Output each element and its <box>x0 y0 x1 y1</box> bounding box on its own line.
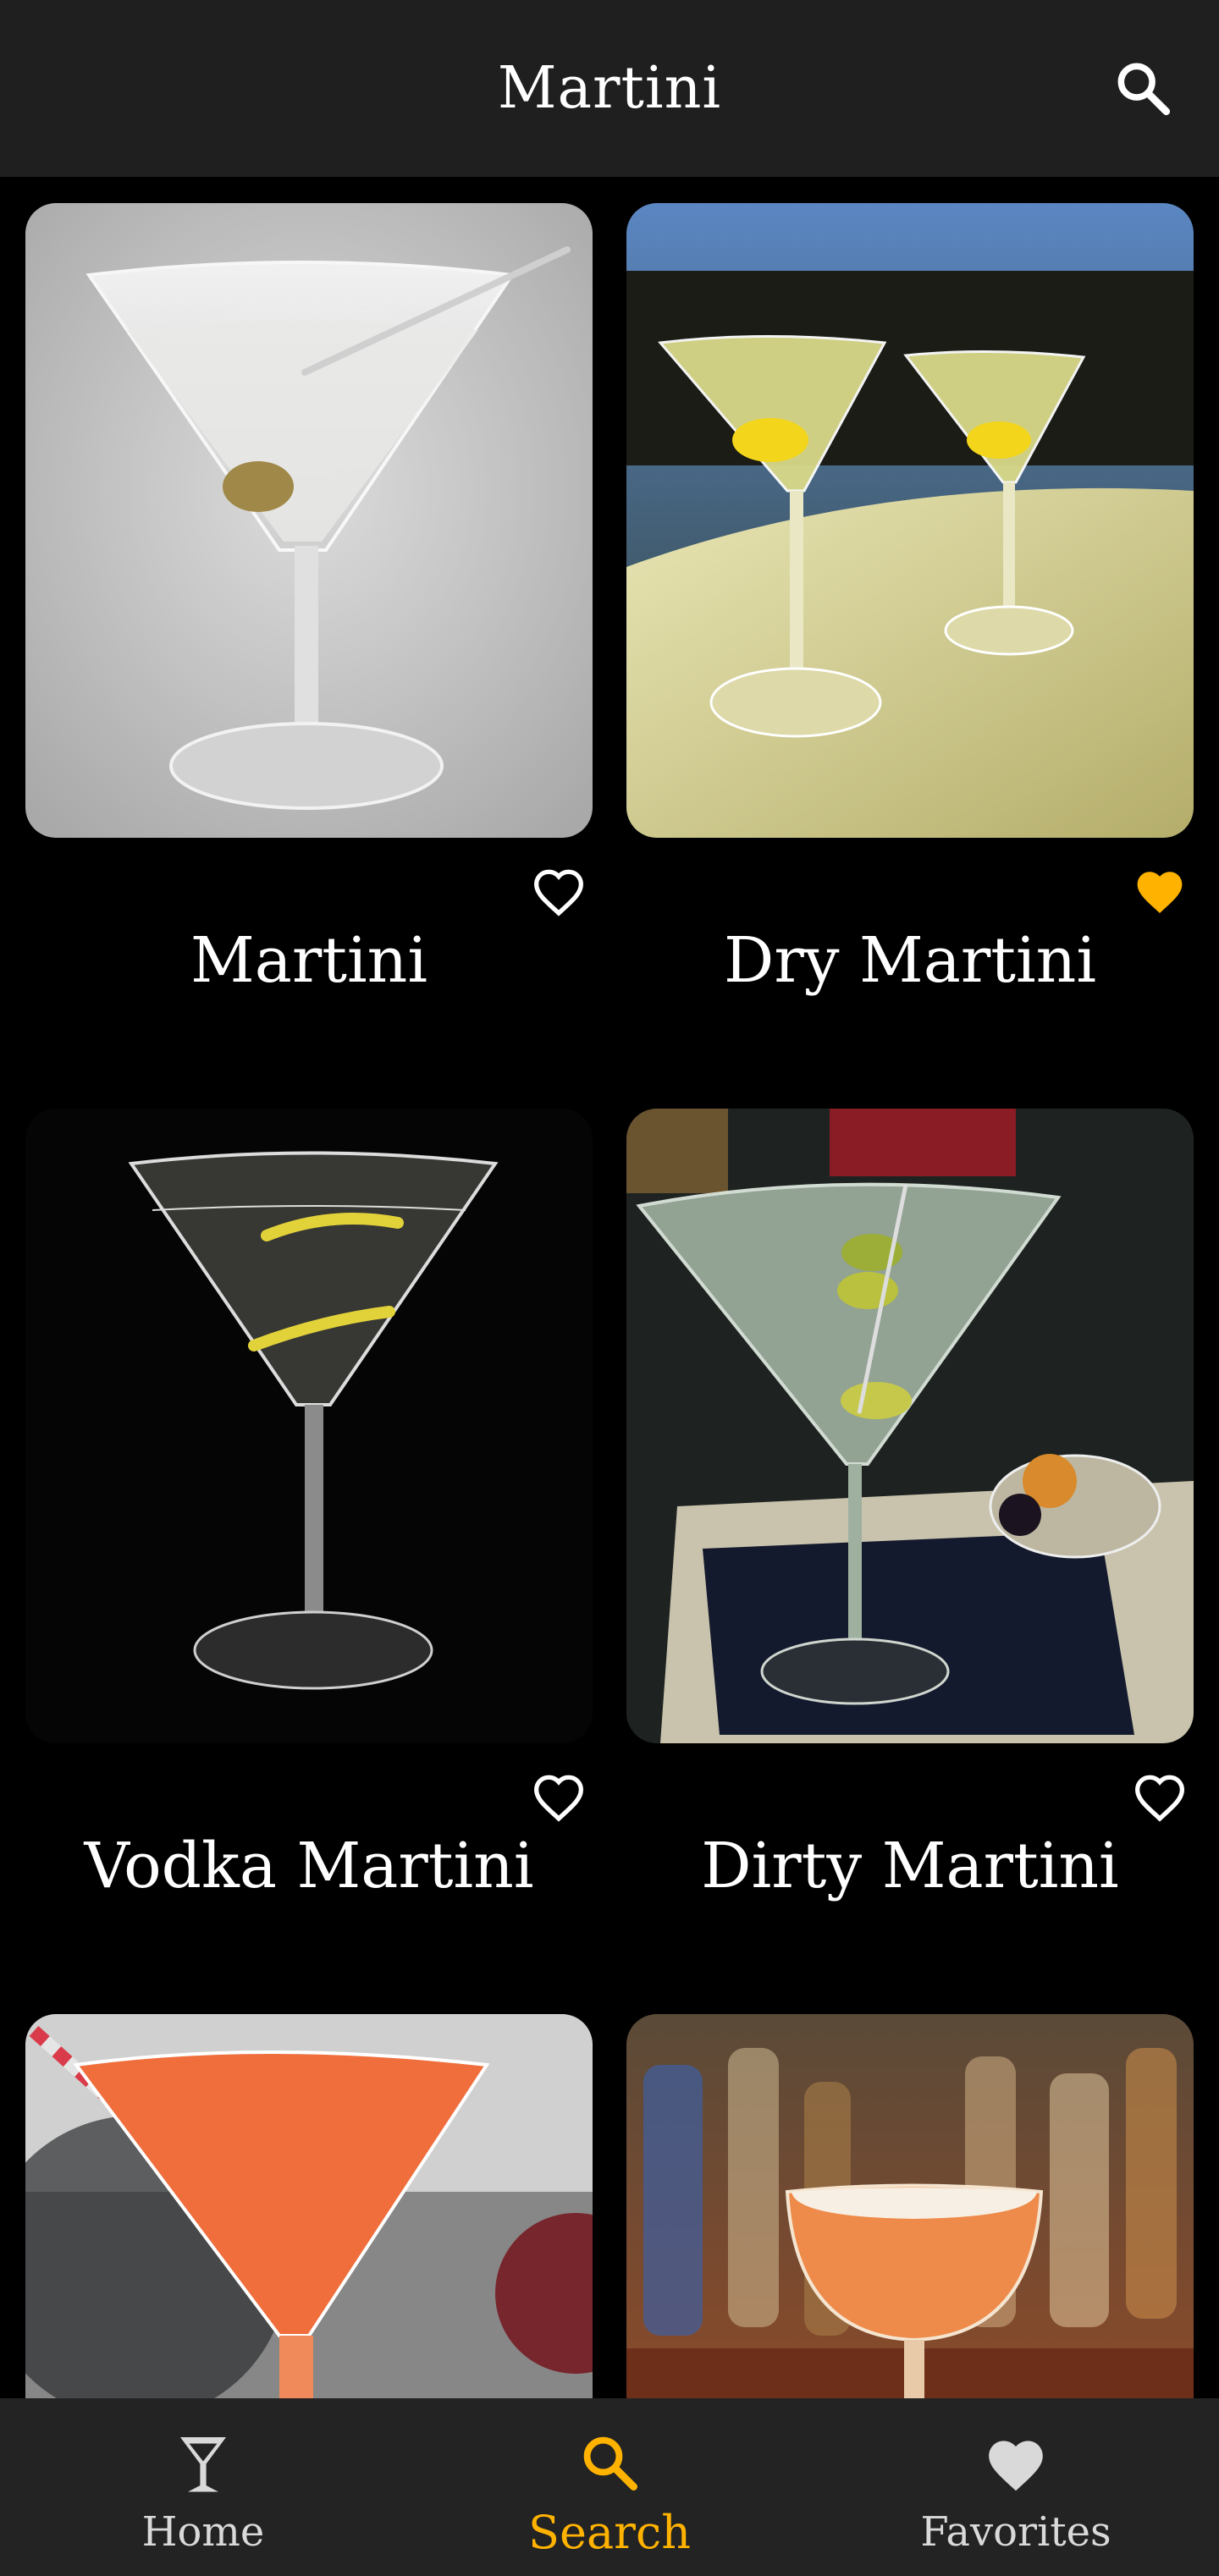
search-icon <box>583 2436 637 2491</box>
page-title: Martini <box>497 55 722 122</box>
nav-label: Favorites <box>920 2508 1111 2556</box>
cocktail-image <box>626 1109 1194 1743</box>
cocktail-grid: Martini Dry Martini Vodka Martini Dirty … <box>0 177 1219 2398</box>
cocktail-image <box>25 203 593 838</box>
cocktail-card[interactable]: Dry Martini <box>626 203 1194 1049</box>
cocktail-name: Dry Martini <box>723 924 1097 997</box>
cocktail-name: Dirty Martini <box>701 1830 1119 1902</box>
cocktail-card[interactable] <box>626 2014 1194 2398</box>
cocktail-image <box>25 2014 593 2398</box>
favorite-button[interactable] <box>1130 865 1189 919</box>
cocktail-image <box>25 1109 593 1743</box>
nav-item-search[interactable]: Search <box>406 2398 813 2576</box>
favorite-button[interactable] <box>1130 1770 1189 1825</box>
heart-outline-icon <box>1134 1775 1185 1822</box>
nav-label: Home <box>141 2508 265 2556</box>
cocktail-card[interactable]: Dirty Martini <box>626 1109 1194 1955</box>
heart-icon <box>989 2441 1043 2491</box>
heart-filled-icon <box>1137 872 1183 914</box>
cocktail-name: Vodka Martini <box>84 1830 534 1902</box>
nav-item-home[interactable]: Home <box>0 2398 406 2576</box>
cocktail-card[interactable]: Vodka Martini <box>25 1109 593 1955</box>
cocktail-card[interactable] <box>25 2014 593 2398</box>
search-icon <box>1117 63 1171 116</box>
cocktail-glass-icon <box>180 2437 226 2492</box>
cocktail-name: Martini <box>190 924 427 997</box>
cocktail-card[interactable]: Martini <box>25 203 593 1049</box>
heart-outline-icon <box>533 1775 584 1822</box>
bottom-navigation: Home Search Favorites <box>0 2398 1219 2576</box>
favorite-button[interactable] <box>529 865 588 919</box>
cocktail-image <box>626 203 1194 838</box>
app-bar: Martini <box>0 0 1219 177</box>
nav-label: Search <box>528 2505 691 2559</box>
search-button[interactable] <box>1107 52 1178 124</box>
heart-outline-icon <box>533 869 584 916</box>
cocktail-image <box>626 2014 1194 2398</box>
nav-item-favorites[interactable]: Favorites <box>813 2398 1219 2576</box>
favorite-button[interactable] <box>529 1770 588 1825</box>
